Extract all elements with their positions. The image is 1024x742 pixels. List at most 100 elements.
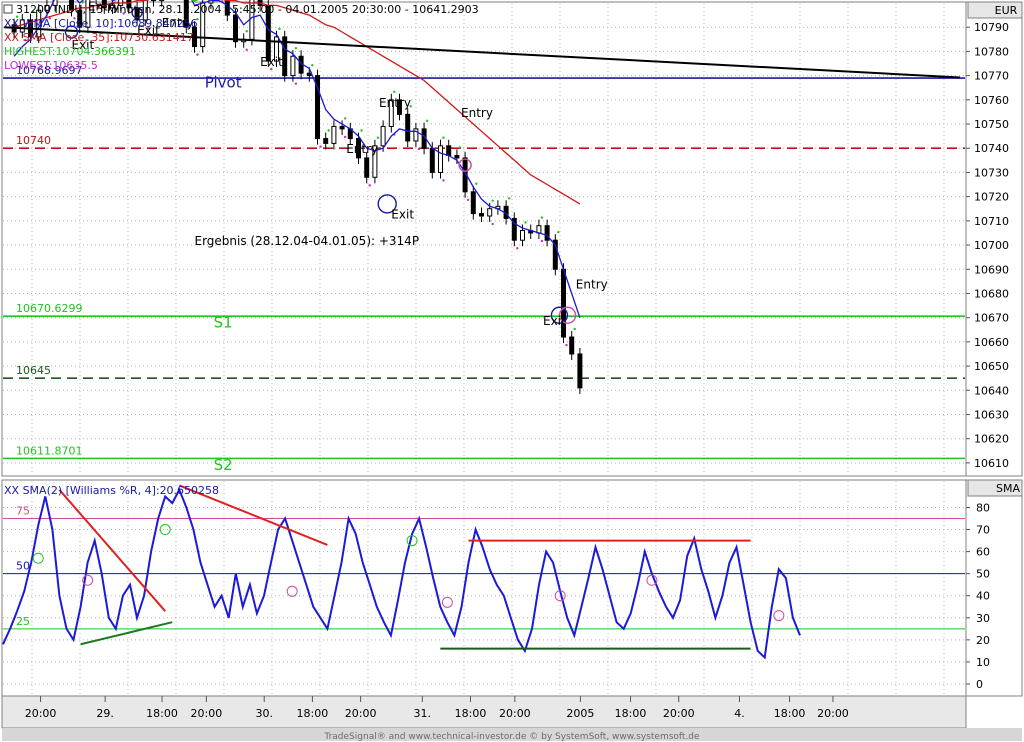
candle-body (520, 230, 525, 241)
low-dot (491, 222, 494, 226)
level-label: 10740 (16, 134, 51, 147)
price-tick-label: 10780 (974, 45, 1009, 58)
low-dot (540, 239, 544, 243)
price-tick-label: 10690 (974, 263, 1009, 276)
chart-canvas: EUR SMA TradeSignal® and www.technical-i… (0, 0, 1024, 742)
candle-body (380, 125, 386, 147)
price-panel[interactable] (1, 1, 967, 477)
candle-body (470, 191, 476, 215)
candle-body (438, 145, 443, 173)
high-dot (278, 27, 281, 31)
price-tick-label: 10670 (974, 312, 1009, 325)
low-dot (417, 147, 421, 151)
low-dot (196, 53, 199, 56)
sma-label: XX SMA [Close, 35]:10730.631417 (4, 31, 194, 44)
price-tick-label: 10740 (974, 142, 1009, 155)
high-dot (458, 146, 462, 149)
x-tick-label: 2005 (566, 707, 594, 720)
footer-text: TradeSignal® and www.technical-investor.… (323, 732, 700, 742)
high-dot (327, 129, 330, 132)
low-dot (368, 184, 371, 187)
price-tick-label: 10720 (974, 191, 1009, 204)
high-dot (491, 199, 494, 202)
price-tick-label: 10650 (974, 360, 1009, 373)
price-tick-label: 10750 (974, 118, 1009, 131)
high-dot (376, 136, 380, 139)
x-tick-label: 18:00 (146, 707, 178, 720)
indicator-tick-label: 20 (976, 634, 990, 647)
level-name: S2 (214, 456, 233, 474)
signal-label: Ergebnis (28.12.04-04.01.05): +314P (195, 234, 420, 248)
candle-body (405, 113, 411, 142)
signal-label: Entry (576, 278, 608, 292)
level-name: Pivot (205, 74, 242, 92)
x-tick-label: 20:00 (663, 707, 695, 720)
x-tick-label: 31. (414, 707, 432, 720)
indicator-tick-label: 30 (976, 612, 990, 625)
low-dot (565, 343, 568, 347)
high-dot (343, 117, 347, 120)
low-dot (294, 82, 298, 85)
indicator-panel[interactable] (1, 479, 967, 697)
high-dot (573, 327, 576, 331)
indicator-level-label: 25 (16, 615, 30, 628)
candle-body (364, 157, 370, 178)
x-tick-label: 30. (255, 707, 273, 720)
level-label: 10611.8701 (16, 444, 82, 457)
signal-label: Entry (346, 142, 378, 156)
candle-body (159, 0, 165, 2)
high-dot (540, 216, 544, 219)
indicator-tick-label: 0 (976, 678, 983, 691)
high-dot (425, 119, 429, 123)
indicator-header: XX SMA(2) [Williams %R, 4]:20.650258 (4, 484, 219, 497)
high-dot (507, 197, 511, 200)
x-tick-label: 29. (96, 707, 114, 720)
price-tick-label: 10610 (974, 457, 1009, 470)
low-dot (245, 48, 248, 51)
candle-body (290, 55, 296, 77)
high-dot (311, 63, 314, 67)
x-tick-label: 18:00 (297, 707, 329, 720)
candle-body (233, 14, 238, 43)
level-label: 10670.6299 (16, 302, 82, 315)
indicator-tick-label: 40 (976, 590, 990, 603)
wma-label: XX WMA [Close, 10]:10689.847256 (4, 17, 198, 30)
price-title: 31200 INDU, 15 Minuten, 28.12.2004 15:45… (16, 3, 479, 16)
price-tick-label: 10730 (974, 166, 1009, 179)
high-dot (245, 30, 248, 33)
signal-label: Entry (461, 106, 493, 120)
price-tick-label: 10790 (974, 21, 1009, 34)
candle-body (454, 154, 460, 159)
signal-label: Entry (379, 96, 411, 110)
high-dot (360, 129, 363, 132)
signal-label: Exit (391, 207, 414, 221)
candle-body (487, 208, 493, 217)
price-tick-label: 10620 (974, 433, 1009, 446)
low-dot (442, 179, 445, 182)
price-tick-label: 10710 (974, 215, 1009, 228)
x-tick-label: 20:00 (817, 707, 849, 720)
price-tick-label: 10700 (974, 239, 1009, 252)
signal-label: Exit (260, 55, 283, 69)
indicator-level-label: 50 (16, 560, 30, 573)
low-dot (319, 145, 322, 148)
candle-body (577, 353, 583, 389)
price-tick-label: 10660 (974, 336, 1009, 349)
x-tick-label: 20:00 (345, 707, 377, 720)
x-tick-label: 20:00 (191, 707, 223, 720)
candle-body (151, 0, 156, 2)
price-tick-label: 10630 (974, 408, 1009, 421)
indicator-tick-label: 50 (976, 568, 990, 581)
high-dot (557, 230, 560, 234)
x-tick-label: 4. (734, 707, 745, 720)
candle-body (446, 145, 452, 156)
indicator-tick-label: 60 (976, 546, 990, 559)
x-tick-label: 20:00 (499, 707, 531, 720)
level-label: 10645 (16, 364, 51, 377)
x-tick-label: 18:00 (615, 707, 647, 720)
price-currency-label: EUR (995, 4, 1018, 17)
candle-body (339, 125, 345, 130)
x-tick-label: 20:00 (25, 707, 57, 720)
indicator-level-label: 75 (16, 505, 30, 518)
high-dot (475, 182, 478, 185)
